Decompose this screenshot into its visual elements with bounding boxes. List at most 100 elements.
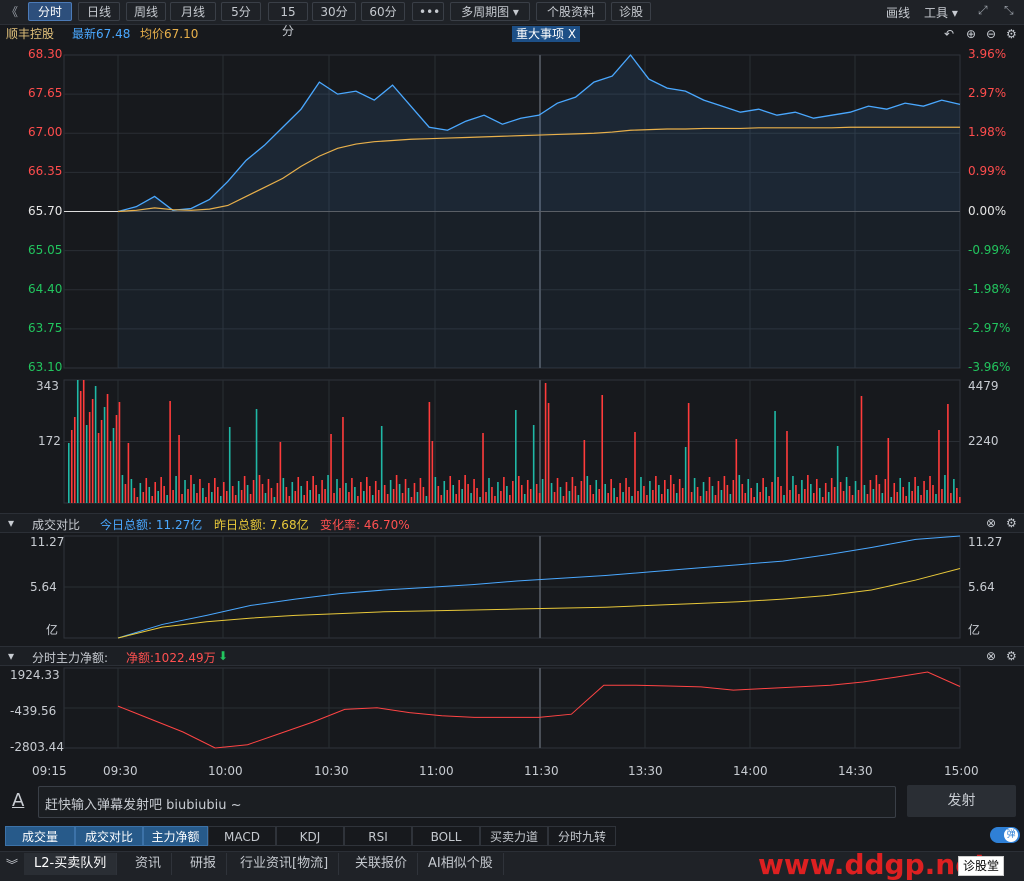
send-button[interactable]: 发射 bbox=[907, 785, 1016, 817]
indicator-tab-2[interactable]: 主力净额 bbox=[143, 826, 208, 846]
indicator-tab-7[interactable]: 买卖力道 bbox=[480, 826, 548, 846]
gear-icon[interactable]: ⚙ bbox=[1006, 516, 1017, 530]
volume-bar bbox=[157, 491, 159, 503]
collapse-icon[interactable]: ▾ bbox=[8, 516, 14, 530]
volume-bar bbox=[535, 484, 538, 503]
indicator-tab-5[interactable]: RSI bbox=[344, 826, 412, 846]
volume-bar bbox=[538, 493, 541, 503]
down-arrow-icon: ⬇ bbox=[218, 649, 229, 663]
volume-bar bbox=[327, 475, 329, 503]
volume-bar bbox=[121, 475, 124, 503]
volume-bar bbox=[649, 481, 651, 503]
intraday-chart bbox=[63, 53, 961, 749]
volume-bar bbox=[312, 476, 314, 503]
danmu-toggle[interactable]: 弹 bbox=[990, 827, 1020, 843]
volume-bar bbox=[777, 477, 779, 503]
time-tick: 11:00 bbox=[419, 764, 454, 778]
volume-bar bbox=[705, 491, 708, 503]
danmu-input[interactable]: 赶快输入弹幕发射吧 biubiubiu ~ bbox=[38, 786, 896, 818]
volume-bar bbox=[410, 497, 413, 503]
volume-bar bbox=[345, 483, 347, 503]
bottom-tab-1[interactable]: 资讯 bbox=[125, 853, 173, 875]
volume-bar bbox=[759, 492, 761, 503]
volume-bar bbox=[818, 488, 821, 503]
volume-bar bbox=[482, 433, 484, 503]
volume-bar bbox=[485, 492, 487, 503]
volume-bar bbox=[112, 428, 115, 503]
close-icon[interactable]: ⊗ bbox=[986, 516, 996, 530]
indicator-tab-1[interactable]: 成交对比 bbox=[75, 826, 143, 846]
volume-bar bbox=[684, 447, 687, 503]
volume-bar bbox=[771, 482, 773, 503]
bottom-tab-4[interactable]: 关联报价 bbox=[345, 853, 419, 875]
volume-bar bbox=[404, 479, 407, 503]
volume-bar bbox=[628, 487, 630, 503]
volume-bar bbox=[604, 484, 606, 503]
diagnosis-hall-button[interactable]: 诊股堂 bbox=[958, 856, 1005, 876]
main-net-header: ▾ 分时主力净额: 净额:1022.49万 ⬇ ⊗ ⚙ bbox=[0, 646, 1024, 666]
volume-bar bbox=[169, 401, 171, 503]
bottom-tab-0[interactable]: L2-买卖队列 bbox=[24, 853, 118, 875]
volume-bar bbox=[309, 490, 311, 503]
bottom-tab-5[interactable]: AI相似个股 bbox=[418, 853, 504, 875]
volume-bar bbox=[601, 395, 604, 503]
volume-bar bbox=[786, 431, 788, 503]
volume-bar bbox=[503, 477, 505, 503]
volume-bar bbox=[103, 407, 106, 503]
volume-bar bbox=[368, 486, 371, 503]
volume-bar bbox=[240, 490, 243, 503]
volume-bar bbox=[717, 481, 720, 503]
volume-bar bbox=[565, 482, 568, 503]
volume-bar bbox=[342, 417, 344, 503]
indicator-tab-6[interactable]: BOLL bbox=[412, 826, 480, 846]
volume-bar bbox=[363, 491, 365, 503]
volume-bar bbox=[935, 494, 937, 503]
volume-bar bbox=[470, 493, 472, 503]
volume-bar bbox=[452, 485, 455, 503]
volume-bar bbox=[547, 403, 550, 503]
volume-bar bbox=[714, 495, 717, 503]
indicator-tab-8[interactable]: 分时九转 bbox=[548, 826, 616, 846]
text-style-icon[interactable]: A bbox=[12, 790, 24, 811]
volume-bar bbox=[884, 479, 887, 503]
bottom-tab-2[interactable]: 研报 bbox=[180, 853, 228, 875]
danmu-placeholder: 赶快输入弹幕发射吧 biubiubiu ~ bbox=[45, 798, 242, 813]
volume-bar bbox=[506, 486, 508, 503]
volume-bar bbox=[449, 476, 452, 503]
price-tick: 67.65 bbox=[28, 86, 63, 101]
volume-bar bbox=[154, 482, 157, 503]
volume-bar bbox=[91, 399, 94, 503]
volume-bar bbox=[857, 490, 860, 503]
pct-tick: 1.98% bbox=[968, 125, 1007, 140]
volume-bar bbox=[488, 478, 490, 503]
volume-bar bbox=[666, 489, 669, 503]
volume-bar bbox=[109, 441, 112, 503]
indicator-tab-3[interactable]: MACD bbox=[208, 826, 276, 846]
volume-bar bbox=[917, 486, 919, 503]
p1-tick: 11.27 bbox=[30, 535, 65, 549]
vol-tick: 2240 bbox=[968, 434, 999, 448]
collapse-icon[interactable]: ▾ bbox=[8, 649, 14, 663]
expand-icon[interactable]: ︾ bbox=[6, 856, 18, 873]
volume-bar bbox=[422, 487, 425, 503]
gear-icon[interactable]: ⚙ bbox=[1006, 649, 1017, 663]
close-icon[interactable]: ⊗ bbox=[986, 649, 996, 663]
volume-bar bbox=[830, 478, 833, 503]
volume-bar bbox=[297, 477, 300, 503]
volume-bar bbox=[559, 487, 562, 503]
volume-bar bbox=[214, 478, 216, 503]
indicator-tab-4[interactable]: KDJ bbox=[276, 826, 344, 846]
indicator-tab-0[interactable]: 成交量 bbox=[5, 826, 75, 846]
bottom-tab-3[interactable]: 行业资讯[物流] bbox=[230, 853, 340, 875]
volume-bar bbox=[416, 492, 419, 503]
volume-bar bbox=[366, 477, 368, 503]
volume-bar bbox=[479, 497, 481, 503]
vol-tick: 4479 bbox=[968, 379, 999, 393]
volume-bar bbox=[693, 478, 696, 503]
volume-bar bbox=[583, 440, 586, 503]
volume-bar bbox=[321, 480, 323, 503]
volume-bar bbox=[896, 492, 899, 503]
time-tick: 13:30 bbox=[628, 764, 663, 778]
volume-bar bbox=[893, 483, 896, 503]
volume-bar bbox=[523, 494, 526, 503]
